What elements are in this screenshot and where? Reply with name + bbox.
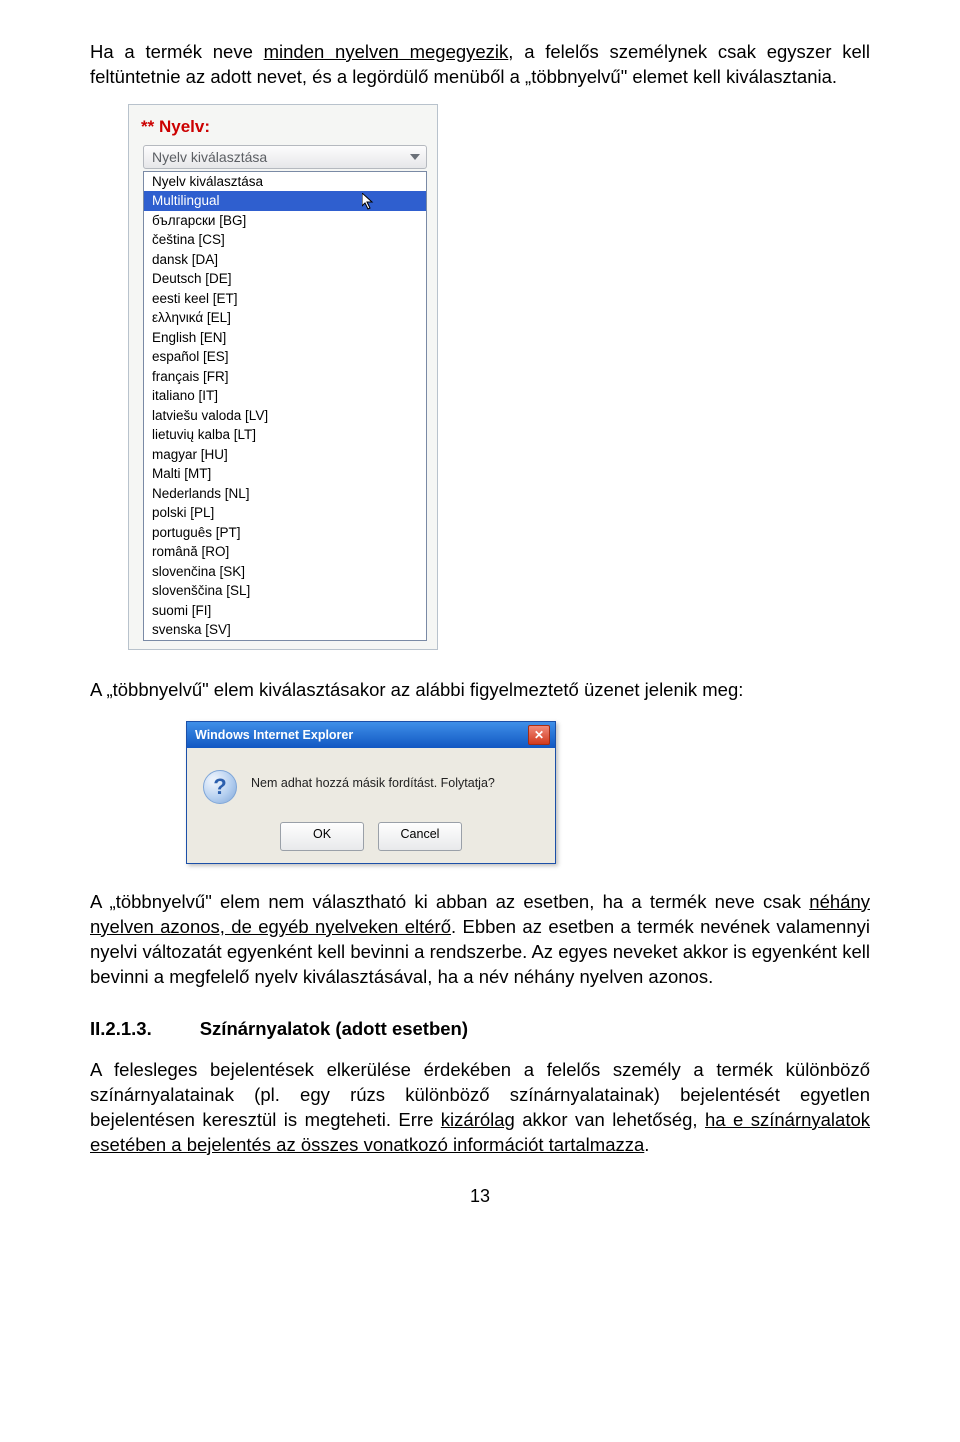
language-option[interactable]: dansk [DA]: [144, 250, 426, 270]
language-option[interactable]: português [PT]: [144, 523, 426, 543]
text-underline: kizárólag: [441, 1109, 515, 1130]
language-option[interactable]: polski [PL]: [144, 503, 426, 523]
language-option[interactable]: italiano [IT]: [144, 386, 426, 406]
language-option-list[interactable]: Nyelv kiválasztásaMultilingualбългарски …: [143, 171, 427, 641]
language-option[interactable]: magyar [HU]: [144, 445, 426, 465]
language-option[interactable]: suomi [FI]: [144, 601, 426, 621]
text-underline: minden nyelven megegyezik: [264, 41, 509, 62]
text: akkor van lehetőség,: [515, 1109, 705, 1130]
language-option[interactable]: lietuvių kalba [LT]: [144, 425, 426, 445]
chevron-down-icon: [410, 154, 420, 160]
language-select[interactable]: Nyelv kiválasztása: [143, 145, 427, 169]
language-option[interactable]: français [FR]: [144, 367, 426, 387]
text: Ha a termék neve: [90, 41, 264, 62]
required-asterisks: **: [141, 117, 159, 136]
section-title: Színárnyalatok (adott esetben): [200, 1018, 468, 1040]
language-dropdown-panel: ** Nyelv: Nyelv kiválasztása Nyelv kivál…: [128, 104, 438, 650]
select-value: Nyelv kiválasztása: [152, 149, 267, 165]
dialog-body: ? Nem adhat hozzá másik fordítást. Folyt…: [187, 748, 555, 863]
language-option[interactable]: български [BG]: [144, 211, 426, 231]
paragraph-warning-intro: A „többnyelvű" elem kiválasztásakor az a…: [90, 678, 870, 703]
confirm-dialog: Windows Internet Explorer ✕ ? Nem adhat …: [186, 721, 556, 864]
ok-button[interactable]: OK: [280, 822, 364, 851]
language-option[interactable]: slovenčina [SK]: [144, 562, 426, 582]
paragraph-shades: A felesleges bejelentések elkerülése érd…: [90, 1058, 870, 1158]
section-heading: II.2.1.3. Színárnyalatok (adott esetben): [90, 1018, 870, 1040]
dialog-titlebar: Windows Internet Explorer ✕: [187, 722, 555, 748]
section-number: II.2.1.3.: [90, 1018, 152, 1040]
language-option[interactable]: Nyelv kiválasztása: [144, 172, 426, 192]
cancel-button[interactable]: Cancel: [378, 822, 462, 851]
close-button[interactable]: ✕: [528, 725, 550, 745]
language-option[interactable]: Multilingual: [144, 191, 426, 211]
text: .: [644, 1134, 649, 1155]
close-icon: ✕: [534, 728, 544, 742]
dialog-title: Windows Internet Explorer: [195, 728, 353, 742]
language-option[interactable]: Deutsch [DE]: [144, 269, 426, 289]
language-option[interactable]: čeština [CS]: [144, 230, 426, 250]
language-option[interactable]: Nederlands [NL]: [144, 484, 426, 504]
language-option[interactable]: latviešu valoda [LV]: [144, 406, 426, 426]
language-option[interactable]: eesti keel [ET]: [144, 289, 426, 309]
language-option[interactable]: Malti [MT]: [144, 464, 426, 484]
question-icon: ?: [203, 770, 237, 804]
dropdown-label: ** Nyelv:: [129, 115, 437, 145]
language-option[interactable]: română [RO]: [144, 542, 426, 562]
language-option[interactable]: svenska [SV]: [144, 620, 426, 640]
language-option[interactable]: español [ES]: [144, 347, 426, 367]
language-option[interactable]: English [EN]: [144, 328, 426, 348]
paragraph-intro: Ha a termék neve minden nyelven megegyez…: [90, 40, 870, 90]
language-option[interactable]: ελληνικά [EL]: [144, 308, 426, 328]
text: A „többnyelvű" elem nem választható ki a…: [90, 891, 809, 912]
language-option[interactable]: slovenščina [SL]: [144, 581, 426, 601]
paragraph-multilingual-note: A „többnyelvű" elem nem választható ki a…: [90, 890, 870, 990]
cursor-icon: [362, 193, 378, 211]
dialog-message: Nem adhat hozzá másik fordítást. Folytat…: [251, 770, 495, 790]
page-number: 13: [90, 1186, 870, 1207]
label-text: Nyelv:: [159, 117, 210, 136]
